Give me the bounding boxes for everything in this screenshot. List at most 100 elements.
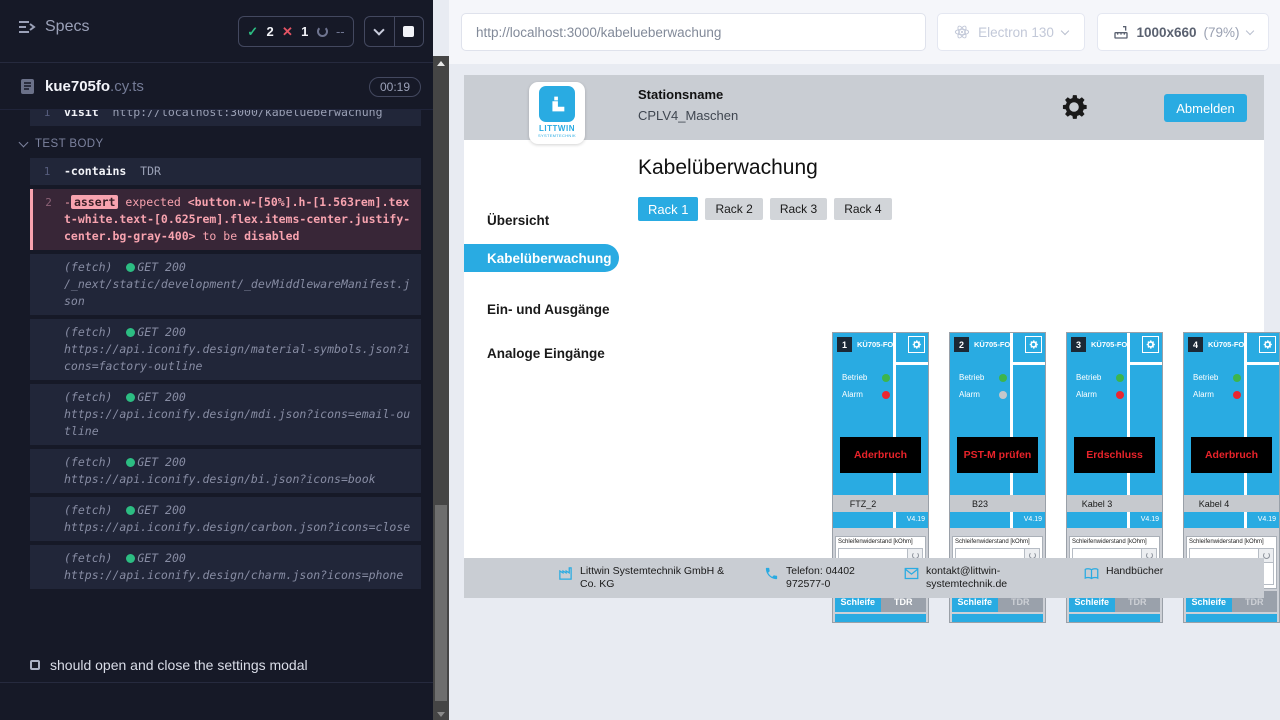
- spec-duration-badge: 00:19: [369, 77, 421, 97]
- browser-selector[interactable]: Electron 130: [937, 13, 1085, 51]
- card-divider: [1127, 362, 1163, 365]
- rack-tab-2[interactable]: Rack 2: [705, 198, 762, 220]
- device-settings-button[interactable]: [1142, 336, 1159, 353]
- collapse-button[interactable]: [365, 17, 394, 46]
- assert-chip: assert: [71, 195, 119, 209]
- pending-test-title: should open and close the settings modal: [50, 657, 308, 673]
- chevron-down-icon: [1245, 26, 1253, 34]
- fetch-label: (fetch): [64, 390, 112, 404]
- loop-resistance-label: Schleifenwiderstand [kOhm]: [1070, 537, 1159, 545]
- loop-resistance-label: Schleifenwiderstand [kOhm]: [953, 537, 1042, 545]
- footer-phone: Telefon: 04402 972577-0: [764, 565, 890, 591]
- footer-manuals[interactable]: Handbücher: [1084, 565, 1163, 581]
- command-number: 1: [30, 163, 64, 180]
- url-input[interactable]: [461, 13, 926, 51]
- device-number-badge: 3: [1071, 337, 1086, 352]
- betrieb-led: [999, 374, 1007, 382]
- sidebar-item--bersicht[interactable]: Übersicht: [464, 206, 620, 234]
- cable-name: Kabel 3: [1067, 499, 1127, 509]
- specs-menu-icon: [18, 20, 36, 34]
- sidebar-item-ein-und-ausg-nge[interactable]: Ein- und Ausgänge: [464, 295, 620, 323]
- pending-test-row[interactable]: should open and close the settings modal: [0, 648, 433, 683]
- footer-email-text[interactable]: kontakt@littwin-systemtechnik.de: [926, 565, 1031, 591]
- screen: Specs ✓ 2 ✕ 1 -- kue705fo.cy.ts 00:19: [0, 0, 1280, 720]
- scrollbar-thumb[interactable]: [435, 505, 447, 701]
- stop-button[interactable]: [394, 17, 424, 46]
- footer-company: Littwin Systemtechnik GmbH & Co. KG: [558, 565, 766, 591]
- command-number: 2: [33, 194, 64, 245]
- pending-icon: [317, 26, 328, 37]
- assert-tobe: to be: [203, 229, 238, 243]
- footer-company-text: Littwin Systemtechnik GmbH & Co. KG: [580, 565, 730, 591]
- cable-name-bar: Kabel 3: [1067, 495, 1162, 512]
- command-contains[interactable]: 1 -contains TDR: [30, 158, 421, 185]
- sidebar-item-label: Analoge Eingänge: [487, 346, 605, 361]
- status-dot-icon: [126, 263, 135, 272]
- fetch-label: (fetch): [64, 325, 112, 339]
- status-text: Aderbruch: [1205, 449, 1258, 461]
- status-text: Erdschluss: [1086, 449, 1143, 461]
- fetch-log-row[interactable]: (fetch) GET 200 /_next/static/developmen…: [30, 254, 421, 315]
- logout-button[interactable]: Abmelden: [1164, 94, 1247, 122]
- specs-toggle[interactable]: Specs: [18, 18, 89, 36]
- scroll-up-arrow-icon[interactable]: [437, 61, 445, 66]
- device-model: KÜ705-FO: [974, 340, 1010, 349]
- section-label: TEST BODY: [35, 138, 104, 150]
- status-display: Aderbruch: [840, 437, 921, 473]
- device-model: KÜ705-FO: [1208, 340, 1244, 349]
- footer-phone-text[interactable]: Telefon: 04402 972577-0: [786, 565, 886, 591]
- sidebar-item-label: Kabelüberwachung: [487, 251, 612, 266]
- sidebar-item-analoge-eing-nge[interactable]: Analoge Eingänge: [464, 339, 620, 367]
- viewport-selector[interactable]: 1000x660 (79%): [1097, 13, 1269, 51]
- test-body-section[interactable]: TEST BODY: [20, 138, 433, 150]
- fetch-label: (fetch): [64, 503, 112, 517]
- betrieb-label: Betrieb: [1193, 373, 1218, 382]
- firmware-version: V4.19: [907, 516, 925, 523]
- spec-ext: .cy.ts: [110, 78, 144, 95]
- command-visit[interactable]: 1 visit http://localhost:3000/kabelueber…: [30, 110, 421, 126]
- factory-icon: [558, 566, 573, 591]
- failed-x-icon: ✕: [282, 24, 293, 40]
- device-number-badge: 1: [837, 337, 852, 352]
- alarm-led: [882, 391, 890, 399]
- cable-name: Kabel 4: [1184, 499, 1244, 509]
- gear-icon: [911, 339, 922, 350]
- cypress-header: Specs ✓ 2 ✕ 1 --: [0, 0, 433, 63]
- fetch-log-row[interactable]: (fetch) GET 200 https://api.iconify.desi…: [30, 545, 421, 589]
- sidebar-item-kabel-berwachung[interactable]: Kabelüberwachung: [464, 244, 619, 272]
- assert-expected: expected: [125, 195, 180, 209]
- cypress-scrollbar[interactable]: [433, 56, 449, 720]
- device-settings-button[interactable]: [908, 336, 925, 353]
- betrieb-led: [1116, 374, 1124, 382]
- rack-tab-1[interactable]: Rack 1: [638, 197, 698, 221]
- littwin-logo-icon: [539, 86, 575, 122]
- fetch-log-row[interactable]: (fetch) GET 200 https://api.iconify.desi…: [30, 384, 421, 445]
- email-icon: [904, 566, 919, 591]
- pending-test-icon: [30, 660, 40, 670]
- rack-tab-3[interactable]: Rack 3: [770, 198, 827, 220]
- fetch-log-row[interactable]: (fetch) GET 200 https://api.iconify.desi…: [30, 319, 421, 380]
- cable-name-bar: B23: [950, 495, 1045, 512]
- viewport-size: 1000x660: [1136, 25, 1196, 40]
- assert-dash: -: [64, 195, 71, 209]
- gear-icon: [1145, 339, 1156, 350]
- runner-actions: [364, 16, 424, 47]
- spec-row[interactable]: kue705fo.cy.ts 00:19: [0, 64, 433, 110]
- sidebar-item-label: Ein- und Ausgänge: [487, 302, 610, 317]
- status-text: PST-M prüfen: [964, 449, 1032, 461]
- betrieb-label: Betrieb: [842, 373, 867, 382]
- alarm-led: [999, 391, 1007, 399]
- device-settings-button[interactable]: [1025, 336, 1042, 353]
- fetch-log-row[interactable]: (fetch) GET 200 https://api.iconify.desi…: [30, 449, 421, 493]
- command-log: 1 visit http://localhost:3000/kabelueber…: [0, 110, 433, 648]
- fetch-status: GET 200: [137, 455, 185, 469]
- status-dot-icon: [126, 506, 135, 515]
- fetch-url: https://api.iconify.design/mdi.json?icon…: [64, 406, 413, 440]
- rack-tab-4[interactable]: Rack 4: [834, 198, 891, 220]
- fetch-log-row[interactable]: (fetch) GET 200 https://api.iconify.desi…: [30, 497, 421, 541]
- settings-button[interactable]: [1058, 91, 1090, 123]
- scroll-down-arrow-icon[interactable]: [437, 712, 445, 717]
- device-settings-button[interactable]: [1259, 336, 1276, 353]
- command-assert-failed[interactable]: 2 -assert expected <button.w-[50%].h-[1.…: [30, 189, 421, 250]
- app-footer: Littwin Systemtechnik GmbH & Co. KG Tele…: [464, 558, 1264, 598]
